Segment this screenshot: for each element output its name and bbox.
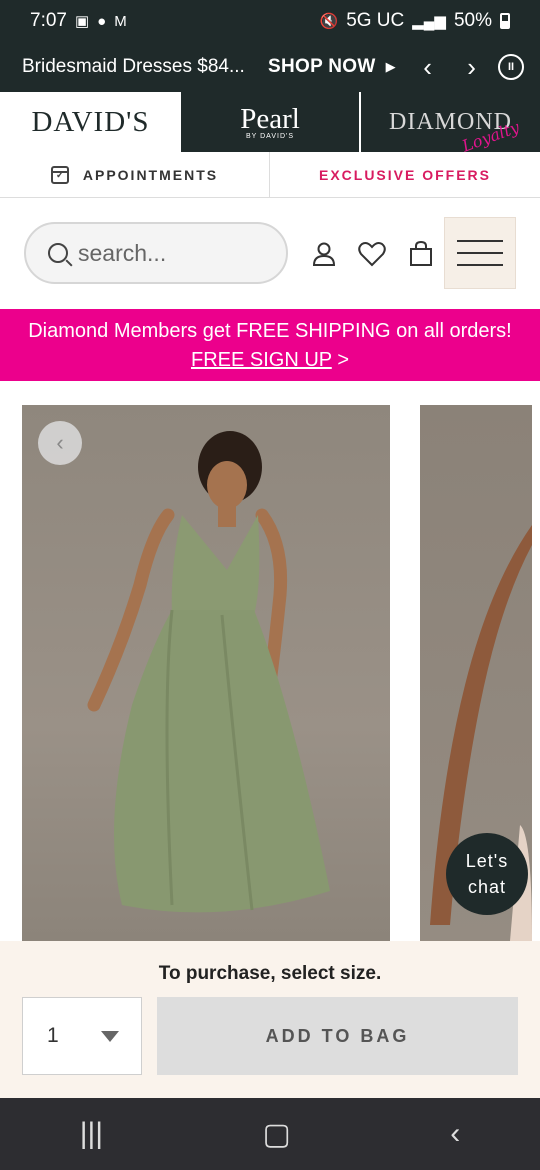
bag-button[interactable] xyxy=(405,238,437,270)
play-arrow-icon: ▶ xyxy=(385,59,396,74)
hamburger-line xyxy=(457,264,503,266)
free-shipping-banner: Diamond Members get FREE SHIPPING on all… xyxy=(0,309,540,381)
header-search-row: search... xyxy=(0,198,540,309)
mute-icon: 🔇 xyxy=(319,13,339,30)
exclusive-offers-link[interactable]: EXCLUSIVE OFFERS xyxy=(270,152,540,197)
offers-label: EXCLUSIVE OFFERS xyxy=(318,166,492,183)
pearl-sub-logo: BY DAVID'S xyxy=(245,132,295,140)
gallery-notification-icon: ▣ xyxy=(74,13,90,30)
user-icon xyxy=(312,242,336,266)
banner-link-suffix: > xyxy=(331,349,350,371)
recent-apps-icon[interactable]: ||| xyxy=(80,1117,103,1151)
banner-text: Diamond Members get FREE SHIPPING on all… xyxy=(28,320,512,342)
chevron-left-icon: ‹ xyxy=(56,430,64,455)
promo-bar: Bridesmaid Dresses $84... SHOP NOW ▶ ‹ ›… xyxy=(0,42,540,92)
promo-next-button[interactable]: › xyxy=(460,52,484,83)
search-icon xyxy=(48,243,68,263)
search-input[interactable]: search... xyxy=(24,222,288,284)
carousel-prev-button[interactable]: ‹ xyxy=(38,421,82,465)
battery-percent: 50% xyxy=(453,10,492,31)
network-label: 5G UC xyxy=(346,10,405,31)
shop-now-link[interactable]: SHOP NOW xyxy=(268,56,376,78)
menu-button[interactable] xyxy=(444,217,516,289)
promo-prev-button[interactable]: ‹ xyxy=(416,52,440,83)
lets-chat-button[interactable]: Let's chat xyxy=(446,833,528,915)
diamond-logo-tab[interactable]: DIAMOND Loyalty xyxy=(361,92,540,156)
search-placeholder: search... xyxy=(78,239,167,266)
home-icon[interactable]: ▢ xyxy=(263,1117,291,1152)
brand-tabs: DAVID'S Pearl BY DAVID'S DIAMOND Loyalty xyxy=(0,92,540,156)
chat-line2: chat xyxy=(467,877,507,897)
heart-icon xyxy=(358,242,386,267)
promo-text[interactable]: Bridesmaid Dresses $84... xyxy=(22,56,258,78)
pause-button[interactable]: II xyxy=(498,54,524,80)
calendar-icon xyxy=(50,165,69,184)
product-photo[interactable]: ‹ xyxy=(22,405,390,941)
android-nav-bar: ||| ▢ ‹ xyxy=(0,1098,540,1170)
add-to-bag-label: ADD TO BAG xyxy=(265,1025,410,1046)
account-button[interactable] xyxy=(308,238,340,270)
davids-logo-tab[interactable]: DAVID'S xyxy=(0,92,181,152)
shopping-bag-icon xyxy=(410,241,432,266)
appointments-link[interactable]: APPOINTMENTS xyxy=(0,152,270,197)
davids-logo: DAVID'S xyxy=(31,105,150,138)
battery-icon xyxy=(500,13,510,29)
model-green-dress-image xyxy=(87,431,330,913)
appointments-label: APPOINTMENTS xyxy=(82,166,219,183)
gmail-notification-icon: M xyxy=(114,12,127,30)
select-size-message: To purchase, select size. xyxy=(158,963,382,984)
free-sign-up-link[interactable]: FREE SIGN UP xyxy=(191,349,332,371)
back-icon[interactable]: ‹ xyxy=(450,1117,460,1151)
pearl-logo: Pearl xyxy=(240,102,300,135)
quantity-select[interactable]: 1 xyxy=(22,997,142,1075)
add-to-bag-button[interactable]: ADD TO BAG xyxy=(157,997,518,1075)
caret-down-icon xyxy=(101,1030,119,1042)
hamburger-line xyxy=(457,252,503,254)
purchase-panel: To purchase, select size. 1 ADD TO BAG xyxy=(0,941,540,1098)
message-notification-icon: ● xyxy=(97,12,107,30)
pearl-logo-tab[interactable]: Pearl BY DAVID'S xyxy=(181,92,361,152)
wishlist-button[interactable] xyxy=(356,238,388,270)
quantity-value: 1 xyxy=(47,1024,59,1047)
signal-icon: ▂▄▆ xyxy=(412,13,446,30)
top-links-bar: APPOINTMENTS EXCLUSIVE OFFERS xyxy=(0,152,540,198)
status-bar: 7:07 ▣ ● M 🔇 5G UC ▂▄▆ 50% xyxy=(0,0,540,42)
chat-line1: Let's xyxy=(465,851,509,871)
status-time: 7:07 xyxy=(30,10,67,31)
hamburger-icon xyxy=(457,240,503,242)
